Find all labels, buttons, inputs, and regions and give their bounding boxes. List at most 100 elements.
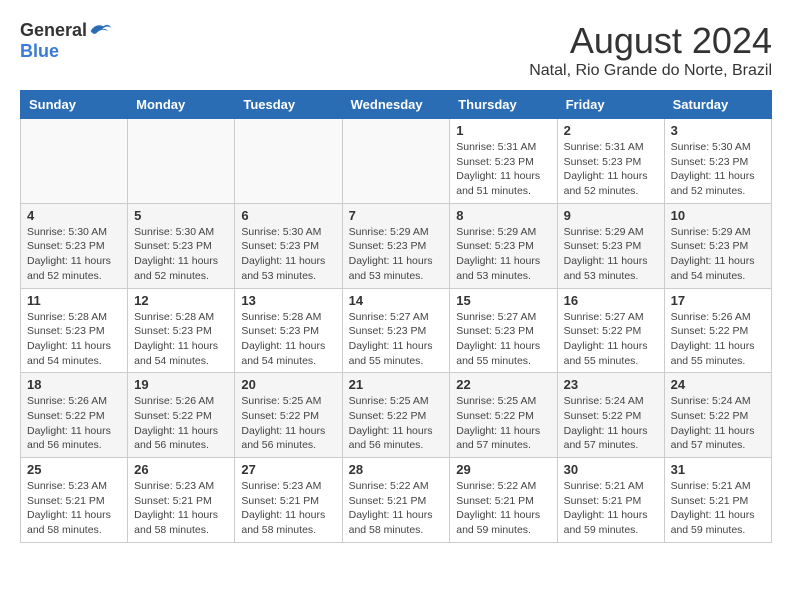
day-info: Sunrise: 5:31 AMSunset: 5:23 PMDaylight:… [456,140,550,199]
day-info: Sunrise: 5:29 AMSunset: 5:23 PMDaylight:… [456,225,550,284]
table-row: 31 Sunrise: 5:21 AMSunset: 5:21 PMDayligh… [664,458,771,543]
day-info: Sunrise: 5:28 AMSunset: 5:23 PMDaylight:… [134,310,228,369]
day-number: 22 [456,377,550,392]
day-info: Sunrise: 5:24 AMSunset: 5:22 PMDaylight:… [564,394,658,453]
day-info: Sunrise: 5:26 AMSunset: 5:22 PMDaylight:… [671,310,765,369]
calendar-header-row: Sunday Monday Tuesday Wednesday Thursday… [21,91,772,119]
day-number: 16 [564,293,658,308]
day-number: 18 [27,377,121,392]
day-number: 9 [564,208,658,223]
day-number: 10 [671,208,765,223]
day-info: Sunrise: 5:25 AMSunset: 5:22 PMDaylight:… [241,394,335,453]
table-row: 13Sunrise: 5:28 AMSunset: 5:23 PMDayligh… [235,288,342,373]
day-number: 21 [349,377,444,392]
day-info: Sunrise: 5:31 AMSunset: 5:23 PMDaylight:… [564,140,658,199]
day-number: 1 [456,123,550,138]
day-number: 28 [349,462,444,477]
logo-blue-text: Blue [20,41,59,61]
day-number: 31 [671,462,765,477]
day-number: 23 [564,377,658,392]
table-row: 23 Sunrise: 5:24 AMSunset: 5:22 PMDayligh… [557,373,664,458]
header-monday: Monday [128,91,235,119]
day-info: Sunrise: 5:30 AMSunset: 5:23 PMDaylight:… [241,225,335,284]
day-info: Sunrise: 5:30 AMSunset: 5:23 PMDaylight:… [134,225,228,284]
header-thursday: Thursday [450,91,557,119]
table-row: 1 Sunrise: 5:31 AMSunset: 5:23 PMDaylight… [450,119,557,204]
table-row: 5 Sunrise: 5:30 AMSunset: 5:23 PMDaylight… [128,203,235,288]
day-number: 30 [564,462,658,477]
day-info: Sunrise: 5:22 AMSunset: 5:21 PMDaylight:… [456,479,550,538]
table-row: 6 Sunrise: 5:30 AMSunset: 5:23 PMDaylight… [235,203,342,288]
header-sunday: Sunday [21,91,128,119]
table-row [235,119,342,204]
table-row: 28 Sunrise: 5:22 AMSunset: 5:21 PMDayligh… [342,458,450,543]
day-number: 19 [134,377,228,392]
calendar-week-4: 18 Sunrise: 5:26 AMSunset: 5:22 PMDayligh… [21,373,772,458]
title-section: August 2024 Natal, Rio Grande do Norte, … [529,20,772,80]
table-row: 10 Sunrise: 5:29 AMSunset: 5:23 PMDayligh… [664,203,771,288]
table-row: 20 Sunrise: 5:25 AMSunset: 5:22 PMDayligh… [235,373,342,458]
day-number: 27 [241,462,335,477]
day-info: Sunrise: 5:29 AMSunset: 5:23 PMDaylight:… [671,225,765,284]
table-row: 2 Sunrise: 5:31 AMSunset: 5:23 PMDaylight… [557,119,664,204]
day-number: 29 [456,462,550,477]
day-info: Sunrise: 5:29 AMSunset: 5:23 PMDaylight:… [349,225,444,284]
table-row: 15 Sunrise: 5:27 AMSunset: 5:23 PMDayligh… [450,288,557,373]
day-number: 15 [456,293,550,308]
header-wednesday: Wednesday [342,91,450,119]
page-header: General Blue August 2024 Natal, Rio Gran… [20,20,772,80]
day-info: Sunrise: 5:27 AMSunset: 5:23 PMDaylight:… [349,310,444,369]
table-row: 30 Sunrise: 5:21 AMSunset: 5:21 PMDayligh… [557,458,664,543]
header-saturday: Saturday [664,91,771,119]
header-tuesday: Tuesday [235,91,342,119]
day-info: Sunrise: 5:28 AMSunset: 5:23 PMDaylight:… [241,310,335,369]
day-info: Sunrise: 5:21 AMSunset: 5:21 PMDaylight:… [564,479,658,538]
calendar-week-3: 11 Sunrise: 5:28 AMSunset: 5:23 PMDayligh… [21,288,772,373]
day-number: 14 [349,293,444,308]
day-info: Sunrise: 5:22 AMSunset: 5:21 PMDaylight:… [349,479,444,538]
day-number: 11 [27,293,121,308]
day-info: Sunrise: 5:24 AMSunset: 5:22 PMDaylight:… [671,394,765,453]
table-row [21,119,128,204]
table-row: 8 Sunrise: 5:29 AMSunset: 5:23 PMDaylight… [450,203,557,288]
day-number: 5 [134,208,228,223]
day-number: 4 [27,208,121,223]
day-number: 3 [671,123,765,138]
header-friday: Friday [557,91,664,119]
day-info: Sunrise: 5:27 AMSunset: 5:22 PMDaylight:… [564,310,658,369]
table-row: 26Sunrise: 5:23 AMSunset: 5:21 PMDayligh… [128,458,235,543]
location-subtitle: Natal, Rio Grande do Norte, Brazil [529,62,772,80]
day-number: 7 [349,208,444,223]
day-number: 2 [564,123,658,138]
day-number: 6 [241,208,335,223]
day-number: 20 [241,377,335,392]
day-info: Sunrise: 5:21 AMSunset: 5:21 PMDaylight:… [671,479,765,538]
table-row: 17Sunrise: 5:26 AMSunset: 5:22 PMDayligh… [664,288,771,373]
table-row: 19 Sunrise: 5:26 AMSunset: 5:22 PMDayligh… [128,373,235,458]
table-row: 18Sunrise: 5:26 AMSunset: 5:22 PMDayligh… [21,373,128,458]
table-row: 27 Sunrise: 5:23 AMSunset: 5:21 PMDayligh… [235,458,342,543]
day-info: Sunrise: 5:25 AMSunset: 5:22 PMDaylight:… [456,394,550,453]
day-info: Sunrise: 5:27 AMSunset: 5:23 PMDaylight:… [456,310,550,369]
day-info: Sunrise: 5:26 AMSunset: 5:22 PMDaylight:… [134,394,228,453]
table-row: 4Sunrise: 5:30 AMSunset: 5:23 PMDaylight… [21,203,128,288]
table-row: 24Sunrise: 5:24 AMSunset: 5:22 PMDayligh… [664,373,771,458]
calendar-week-1: 1 Sunrise: 5:31 AMSunset: 5:23 PMDaylight… [21,119,772,204]
logo-bird-icon [89,21,113,41]
table-row: 3 Sunrise: 5:30 AMSunset: 5:23 PMDaylight… [664,119,771,204]
table-row: 7 Sunrise: 5:29 AMSunset: 5:23 PMDaylight… [342,203,450,288]
month-year-title: August 2024 [529,20,772,62]
day-number: 8 [456,208,550,223]
day-info: Sunrise: 5:30 AMSunset: 5:23 PMDaylight:… [671,140,765,199]
day-number: 12 [134,293,228,308]
calendar-week-5: 25 Sunrise: 5:23 AMSunset: 5:21 PMDayligh… [21,458,772,543]
table-row: 11 Sunrise: 5:28 AMSunset: 5:23 PMDayligh… [21,288,128,373]
day-number: 26 [134,462,228,477]
table-row: 29 Sunrise: 5:22 AMSunset: 5:21 PMDayligh… [450,458,557,543]
table-row: 21Sunrise: 5:25 AMSunset: 5:22 PMDayligh… [342,373,450,458]
table-row: 14 Sunrise: 5:27 AMSunset: 5:23 PMDayligh… [342,288,450,373]
day-info: Sunrise: 5:23 AMSunset: 5:21 PMDaylight:… [241,479,335,538]
day-number: 25 [27,462,121,477]
day-info: Sunrise: 5:28 AMSunset: 5:23 PMDaylight:… [27,310,121,369]
table-row: 22 Sunrise: 5:25 AMSunset: 5:22 PMDayligh… [450,373,557,458]
